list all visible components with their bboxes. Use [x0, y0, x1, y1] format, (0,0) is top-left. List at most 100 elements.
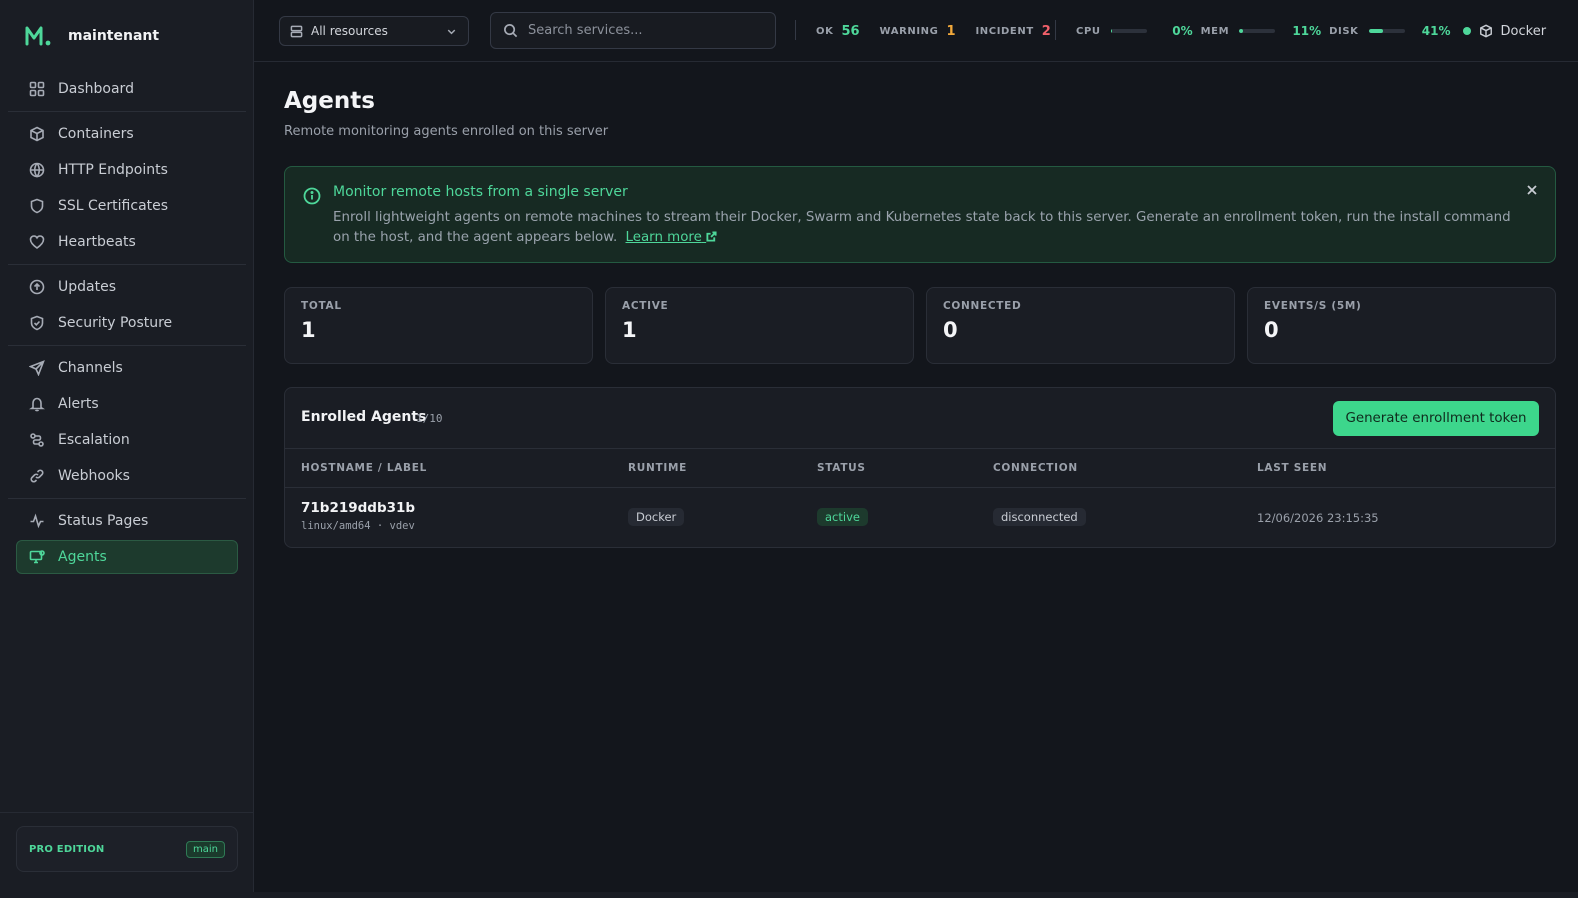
edition-label: PRO EDITION: [29, 843, 105, 855]
column-header[interactable]: RUNTIME: [628, 462, 687, 474]
sidebar-item-label: Updates: [58, 279, 116, 295]
sidebar-item-alerts[interactable]: Alerts: [16, 387, 238, 421]
sidebar-item-http-endpoints[interactable]: HTTP Endpoints: [16, 153, 238, 187]
column-header[interactable]: CONNECTION: [993, 462, 1078, 474]
learn-more-label: Learn more: [625, 230, 702, 245]
sidebar-item-escalation[interactable]: Escalation: [16, 423, 238, 457]
status-cell: active: [817, 508, 868, 526]
sidebar-item-label: Webhooks: [58, 468, 130, 484]
sidebar-item-label: Channels: [58, 360, 123, 376]
route-icon: [30, 433, 44, 447]
column-header[interactable]: STATUS: [817, 462, 866, 474]
shield-check-icon: [30, 315, 44, 331]
last-seen-cell: 12/06/2026 23:15:35: [1257, 511, 1379, 525]
runtime-indicator[interactable]: Docker: [1462, 24, 1546, 39]
link-icon: [30, 469, 44, 483]
events-card: EVENTS/S (5M) 0: [1247, 287, 1556, 364]
chevron-down-icon: [447, 29, 456, 34]
resource-usage: CPU 0% MEM 11% DISK 41% Docker: [1076, 0, 1546, 62]
card-label: TOTAL: [301, 300, 342, 312]
card-label: EVENTS/S (5M): [1264, 300, 1362, 312]
ok-label: OK: [816, 25, 834, 37]
close-icon[interactable]: [1525, 183, 1539, 197]
incident-count: 2: [1041, 23, 1051, 39]
sidebar-item-channels[interactable]: Channels: [16, 351, 238, 385]
heart-icon: [29, 235, 45, 249]
warning-stat[interactable]: WARNING 1: [880, 24, 956, 39]
card-label: ACTIVE: [622, 300, 669, 312]
mem-bar-fill: [1239, 29, 1244, 33]
sidebar-item-heartbeats[interactable]: Heartbeats: [16, 225, 238, 259]
sidebar-item-label: Dashboard: [58, 81, 134, 97]
resource-select-value: All resources: [311, 24, 388, 38]
summary-cards: TOTAL 1 ACTIVE 1 CONNECTED 0 EVENTS/S (5…: [284, 287, 1556, 364]
search-input[interactable]: [528, 23, 758, 38]
sidebar-item-label: Heartbeats: [58, 234, 136, 250]
sidebar-item-containers[interactable]: Containers: [16, 117, 238, 151]
incident-stat[interactable]: INCIDENT 2: [975, 24, 1050, 39]
sidebar-nav: Dashboard Containers HTTP Endpoints SSL …: [8, 72, 246, 576]
ok-stat[interactable]: OK 56: [816, 24, 860, 39]
connected-card: CONNECTED 0: [926, 287, 1235, 364]
cpu-value: 0%: [1172, 24, 1193, 38]
disk-bar: [1368, 29, 1405, 33]
card-value: 0: [1264, 318, 1279, 342]
agent-hostname: 71b219ddb31b: [301, 500, 416, 516]
sidebar-item-label: SSL Certificates: [58, 198, 169, 214]
box-icon: [30, 126, 44, 142]
runtime-badge: Docker: [628, 508, 685, 526]
sidebar-item-status-pages[interactable]: Status Pages: [16, 504, 238, 538]
info-banner-body: Enroll lightweight agents on remote mach…: [333, 208, 1513, 248]
generate-token-button[interactable]: Generate enrollment token: [1333, 401, 1539, 436]
maintenant-logo-icon: [25, 26, 51, 46]
nav-divider: [8, 111, 246, 112]
learn-more-link[interactable]: Learn more: [626, 230, 718, 245]
enrolled-agents-panel: Enrolled Agents 1/10 Generate enrollment…: [284, 387, 1556, 548]
column-header[interactable]: HOSTNAME / LABEL: [301, 462, 427, 474]
bell-icon: [29, 397, 45, 412]
hostname-cell: 71b219ddb31b linux/amd64 · vdev: [301, 500, 415, 532]
bottom-edge: [0, 892, 1578, 898]
sidebar: maintenant Dashboard Containers HTTP End…: [0, 0, 254, 898]
card-value: 0: [943, 318, 958, 342]
info-banner-text: Enroll lightweight agents on remote mach…: [333, 210, 1511, 245]
sidebar-item-agents[interactable]: Agents: [16, 540, 238, 574]
disk-value: 41%: [1421, 24, 1451, 38]
search-icon: [504, 24, 518, 38]
table-row[interactable]: 71b219ddb31b linux/amd64 · vdev Docker a…: [285, 488, 1555, 547]
page-title: Agents: [284, 88, 375, 114]
box-icon: [1479, 24, 1492, 38]
sidebar-item-label: Status Pages: [58, 513, 149, 529]
cpu-bar-fill: [1110, 29, 1112, 33]
column-header[interactable]: LAST SEEN: [1257, 462, 1327, 474]
edition-panel: PRO EDITION main: [16, 826, 238, 872]
info-icon: [303, 187, 321, 205]
connection-badge: disconnected: [993, 508, 1086, 526]
nav-divider: [8, 264, 246, 265]
mem-bar: [1239, 29, 1276, 33]
cpu-bar: [1110, 29, 1147, 33]
warning-label: WARNING: [879, 25, 939, 37]
nav-divider: [8, 345, 246, 346]
agent-count: 1/10: [416, 412, 443, 425]
branch-badge: main: [186, 840, 225, 858]
sidebar-item-ssl-certificates[interactable]: SSL Certificates: [16, 189, 238, 223]
grid-icon: [29, 81, 45, 97]
sidebar-item-dashboard[interactable]: Dashboard: [16, 72, 238, 106]
sidebar-item-security-posture[interactable]: Security Posture: [16, 306, 238, 340]
sidebar-item-label: HTTP Endpoints: [58, 162, 168, 178]
sidebar-item-label: Security Posture: [58, 315, 173, 331]
resource-select[interactable]: All resources: [279, 16, 469, 46]
sidebar-item-updates[interactable]: Updates: [16, 270, 238, 304]
ok-count: 56: [841, 23, 860, 39]
brand[interactable]: maintenant: [24, 24, 159, 48]
topbar-divider: [1055, 20, 1056, 40]
sidebar-item-webhooks[interactable]: Webhooks: [16, 459, 238, 493]
topbar: All resources OK 56 WARNING 1 INCIDENT 2…: [254, 0, 1578, 62]
external-link-icon: [706, 231, 717, 242]
search-box[interactable]: [490, 12, 776, 49]
connection-cell: disconnected: [993, 508, 1086, 526]
arrow-up-circle-icon: [29, 279, 45, 295]
brand-name: maintenant: [68, 28, 160, 44]
topbar-divider: [795, 20, 796, 40]
